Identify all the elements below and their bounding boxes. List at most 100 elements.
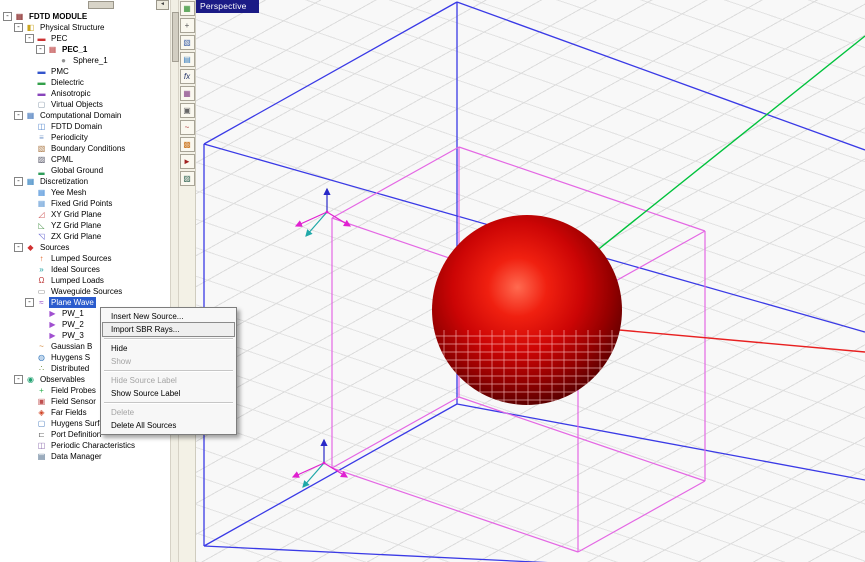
tree-item-label[interactable]: PEC: [49, 33, 69, 44]
tree-item-fixed-grid-points[interactable]: ▦Fixed Grid Points: [0, 198, 170, 209]
tree-item-ideal-sources[interactable]: »Ideal Sources: [0, 264, 170, 275]
tree-item-label[interactable]: CPML: [49, 154, 75, 165]
tree-item-label[interactable]: Physical Structure: [38, 22, 106, 33]
tree-item-dielectric[interactable]: ▬Dielectric: [0, 77, 170, 88]
tree-item-label[interactable]: Virtual Objects: [49, 99, 105, 110]
tree-item-label[interactable]: Distributed: [49, 363, 91, 374]
tree-item-fdtd-module[interactable]: -▦FDTD MODULE: [0, 11, 170, 22]
tree-item-label[interactable]: PEC_1: [60, 44, 89, 55]
tree-item-lumped-sources[interactable]: ↑Lumped Sources: [0, 253, 170, 264]
tree-item-label[interactable]: PW_3: [60, 330, 86, 341]
expander-minus-icon[interactable]: -: [14, 23, 23, 32]
tree-item-label[interactable]: Port Definition: [49, 429, 103, 440]
pec-sphere-object[interactable]: [432, 215, 622, 405]
insert-new-source-menu-item[interactable]: Insert New Source...: [103, 310, 234, 323]
viewport-3d[interactable]: Perspective: [196, 0, 865, 562]
vscroll-thumb[interactable]: [172, 12, 179, 62]
tree-item-label[interactable]: PMC: [49, 66, 71, 77]
tree-item-anisotropic[interactable]: ▬Anisotropic: [0, 88, 170, 99]
tree-item-label[interactable]: Sources: [38, 242, 71, 253]
expander-minus-icon[interactable]: -: [14, 375, 23, 384]
tree-item-xy-grid-plane[interactable]: ◿XY Grid Plane: [0, 209, 170, 220]
tree-item-periodic-characteristics[interactable]: ◫Periodic Characteristics: [0, 440, 170, 451]
tree-item-label[interactable]: Lumped Sources: [49, 253, 113, 264]
tree-item-cpml[interactable]: ▨CPML: [0, 154, 170, 165]
tree-item-pmc[interactable]: ▬PMC: [0, 66, 170, 77]
tree-horizontal-scrollbar[interactable]: ◄: [0, 0, 170, 9]
collapse-panel-button[interactable]: ◄: [156, 0, 169, 10]
tree-item-label[interactable]: Periodicity: [49, 132, 90, 143]
expander-minus-icon[interactable]: -: [14, 243, 23, 252]
matrix-button[interactable]: ▦: [180, 86, 195, 101]
plot-button[interactable]: ~: [180, 120, 195, 135]
show-source-label-menu-item[interactable]: Show Source Label: [103, 387, 234, 400]
tree-item-pec-1[interactable]: -▦PEC_1: [0, 44, 170, 55]
tree-item-label[interactable]: Global Ground: [49, 165, 105, 176]
tree-item-label[interactable]: Anisotropic: [49, 88, 93, 99]
expander-minus-icon[interactable]: -: [25, 298, 34, 307]
tree-item-fdtd-domain[interactable]: ◫FDTD Domain: [0, 121, 170, 132]
tree-item-label[interactable]: Lumped Loads: [49, 275, 106, 286]
expander-minus-icon[interactable]: -: [3, 12, 12, 21]
tree-item-label[interactable]: Dielectric: [49, 77, 86, 88]
tree-item-label[interactable]: ZX Grid Plane: [49, 231, 103, 242]
tree-item-label[interactable]: Data Manager: [49, 451, 104, 462]
tree-item-physical-structure[interactable]: -◧Physical Structure: [0, 22, 170, 33]
tree-item-label[interactable]: Computational Domain: [38, 110, 123, 121]
tree-item-label[interactable]: FDTD Domain: [49, 121, 104, 132]
tree-item-label[interactable]: Periodic Characteristics: [49, 440, 137, 451]
function-button[interactable]: fx: [180, 69, 195, 84]
tree-item-label[interactable]: FDTD MODULE: [27, 11, 89, 22]
tree-item-label[interactable]: Field Probes: [49, 385, 98, 396]
tree-item-label[interactable]: Waveguide Sources: [49, 286, 124, 297]
tree-item-label[interactable]: Sphere_1: [71, 55, 110, 66]
project-grid-button[interactable]: ▦: [180, 1, 195, 16]
tree-item-label[interactable]: Fixed Grid Points: [49, 198, 114, 209]
box-tool-button[interactable]: ▧: [180, 35, 195, 50]
expander-minus-icon[interactable]: -: [36, 45, 45, 54]
tree-item-label[interactable]: YZ Grid Plane: [49, 220, 103, 231]
import-sbr-rays-menu-item[interactable]: Import SBR Rays...: [103, 323, 234, 336]
tree-item-label[interactable]: Gaussian B: [49, 341, 94, 352]
tree-item-data-manager[interactable]: ▤Data Manager: [0, 451, 170, 462]
settings-button[interactable]: ▨: [180, 171, 195, 186]
tree-vertical-scrollbar[interactable]: [170, 0, 179, 562]
movie-button[interactable]: ►: [180, 154, 195, 169]
tree-item-label[interactable]: Huygens S: [49, 352, 92, 363]
expander-minus-icon[interactable]: -: [14, 111, 23, 120]
tree-item-sphere-1[interactable]: ●Sphere_1: [0, 55, 170, 66]
hide-menu-item[interactable]: Hide: [103, 342, 234, 355]
tree-item-label[interactable]: Field Sensor: [49, 396, 98, 407]
mesh-view-button[interactable]: ▤: [180, 52, 195, 67]
tree-item-waveguide-sources[interactable]: ▭Waveguide Sources: [0, 286, 170, 297]
tree-item-global-ground[interactable]: ▂Global Ground: [0, 165, 170, 176]
color-palette-button[interactable]: ▩: [180, 137, 195, 152]
tree-item-yz-grid-plane[interactable]: ◺YZ Grid Plane: [0, 220, 170, 231]
snapshot-button[interactable]: ▣: [180, 103, 195, 118]
tree-item-label[interactable]: Discretization: [38, 176, 90, 187]
delete-all-sources-menu-item[interactable]: Delete All Sources: [103, 419, 234, 432]
tree-item-periodicity[interactable]: ≡Periodicity: [0, 132, 170, 143]
tree-item-label[interactable]: Yee Mesh: [49, 187, 88, 198]
tree-item-label[interactable]: PW_1: [60, 308, 86, 319]
tree-item-label[interactable]: PW_2: [60, 319, 86, 330]
tree-item-lumped-loads[interactable]: ΩLumped Loads: [0, 275, 170, 286]
tree-item-label[interactable]: XY Grid Plane: [49, 209, 104, 220]
tree-item-label[interactable]: Ideal Sources: [49, 264, 102, 275]
expander-minus-icon[interactable]: -: [14, 177, 23, 186]
tree-item-boundary-conditions[interactable]: ▧Boundary Conditions: [0, 143, 170, 154]
tree-item-label[interactable]: Far Fields: [49, 407, 89, 418]
tree-item-label[interactable]: Plane Wave: [49, 297, 96, 308]
tree-item-discretization[interactable]: -▦Discretization: [0, 176, 170, 187]
tree-item-zx-grid-plane[interactable]: ◹ZX Grid Plane: [0, 231, 170, 242]
tree-item-pec[interactable]: -▬PEC: [0, 33, 170, 44]
tree-item-sources[interactable]: -◆Sources: [0, 242, 170, 253]
expander-minus-icon[interactable]: -: [25, 34, 34, 43]
tree-item-yee-mesh[interactable]: ▦Yee Mesh: [0, 187, 170, 198]
hscroll-thumb[interactable]: [88, 1, 114, 9]
tree-item-computational-domain[interactable]: -▦Computational Domain: [0, 110, 170, 121]
tree-item-virtual-objects[interactable]: ▢Virtual Objects: [0, 99, 170, 110]
tree-item-label[interactable]: Observables: [38, 374, 87, 385]
move-tool-button[interactable]: +: [180, 18, 195, 33]
tree-item-label[interactable]: Boundary Conditions: [49, 143, 127, 154]
